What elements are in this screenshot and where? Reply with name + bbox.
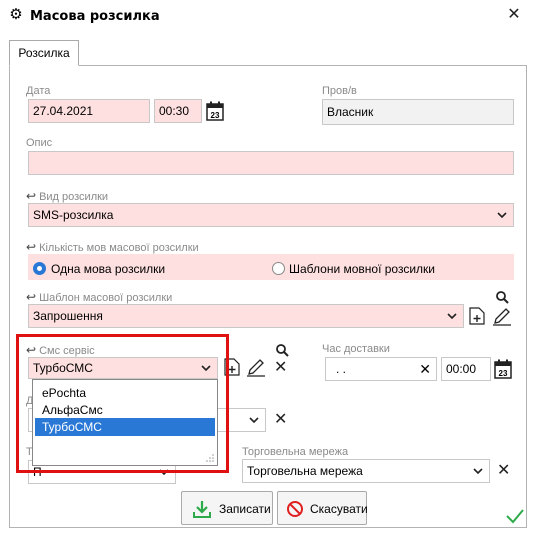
lang-count-label-text: Кількість мов масової розсилки [39, 242, 199, 254]
template-select[interactable]: Запрошення [28, 304, 464, 328]
search-icon[interactable] [495, 290, 509, 304]
save-button[interactable]: Записати [181, 491, 273, 525]
add-document-icon[interactable] [469, 307, 485, 325]
chevron-down-icon [249, 417, 259, 424]
radio-one-language-label[interactable]: Одна мова розсилки [51, 262, 165, 276]
chevron-down-icon [473, 468, 483, 475]
radio-language-templates-label[interactable]: Шаблони мовної розсилки [289, 262, 435, 276]
clear-icon[interactable]: ✕ [497, 463, 510, 479]
mailing-type-label: ↩ Вид розсилки [26, 189, 108, 203]
trade-network-value: Торговельна мережа [247, 464, 363, 478]
date-field[interactable]: 27.04.2021 [28, 99, 150, 123]
mailing-type-label-text: Вид розсилки [39, 191, 109, 203]
chevron-down-icon [497, 212, 507, 219]
undo-arrow-icon[interactable]: ↩ [26, 290, 36, 304]
chevron-down-icon [447, 313, 457, 320]
calendar-icon[interactable]: 23 [206, 101, 224, 121]
description-label: Опис [26, 137, 53, 149]
clear-date-icon[interactable]: ✕ [419, 358, 431, 380]
delivery-time-field[interactable]: 00:00 [441, 357, 491, 381]
delivery-time-label: Час доставки [322, 343, 390, 355]
trade-network-label: Торговельна мережа [242, 446, 349, 458]
delivery-date-value: . . [336, 362, 347, 376]
mailing-type-value: SMS-розсилка [33, 208, 114, 222]
template-label: ↩ Шаблон масової розсилки [26, 290, 172, 304]
undo-arrow-icon[interactable]: ↩ [26, 240, 36, 254]
cancel-button-label: Скасувати [310, 502, 368, 516]
save-button-label: Записати [219, 502, 271, 516]
close-icon[interactable]: ✕ [503, 4, 525, 26]
provod-field: Власник [322, 99, 514, 125]
delivery-date-field[interactable]: . . ✕ [325, 357, 437, 381]
radio-one-language[interactable] [33, 262, 46, 275]
time-field[interactable]: 00:30 [154, 99, 202, 123]
date-label: Дата [26, 85, 51, 97]
template-value: Запрошення [33, 309, 103, 323]
title-bar: ⚙ Масова розсилка ✕ [0, 0, 535, 32]
checkmark-icon [505, 507, 525, 525]
clear-icon[interactable]: ✕ [274, 412, 287, 428]
cancel-button[interactable]: Скасувати [277, 491, 368, 525]
highlight-box [16, 334, 229, 473]
tab-rozsylka[interactable]: Розсилка [9, 40, 79, 66]
svg-text:23: 23 [211, 111, 220, 120]
svg-text:23: 23 [499, 369, 508, 378]
gear-icon: ⚙ [9, 6, 23, 23]
provod-label: Пров/в [322, 85, 357, 97]
description-field[interactable] [28, 151, 514, 175]
download-icon [193, 501, 211, 518]
lang-count-label: ↩ Кількість мов масової розсилки [26, 240, 199, 254]
undo-arrow-icon[interactable]: ↩ [26, 189, 36, 203]
cancel-icon [287, 501, 303, 517]
trade-network-select[interactable]: Торговельна мережа [242, 459, 490, 483]
mailing-type-select[interactable]: SMS-розсилка [28, 203, 514, 227]
calendar-icon[interactable]: 23 [494, 359, 512, 379]
clear-icon[interactable]: ✕ [274, 360, 287, 376]
radio-language-templates[interactable] [272, 262, 285, 275]
edit-pencil-icon[interactable] [492, 306, 512, 326]
edit-pencil-icon[interactable] [246, 357, 266, 377]
template-label-text: Шаблон масової розсилки [39, 292, 173, 304]
window-title: Масова розсилка [30, 9, 160, 24]
search-icon[interactable] [275, 343, 289, 357]
